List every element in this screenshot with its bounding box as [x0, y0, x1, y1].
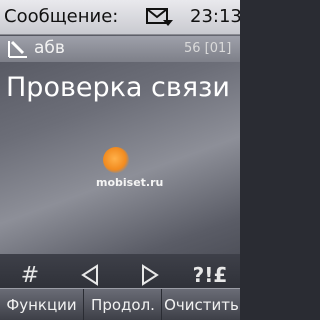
screen-title: Сообщение:: [4, 6, 119, 27]
message-info-bar: абв 56 [01]: [0, 36, 240, 62]
clear-softkey[interactable]: Очистить: [161, 289, 240, 320]
input-mode-label: абв: [34, 38, 65, 58]
character-counter: 56 [01]: [184, 41, 232, 56]
functions-softkey[interactable]: Функции: [0, 289, 83, 320]
watermark: mobiset.ru: [96, 176, 164, 189]
arrow-left-icon: [81, 264, 98, 286]
message-text[interactable]: Проверка связи: [6, 72, 230, 103]
softkey-bar: Функции Продол. Очистить: [0, 288, 240, 320]
symbols-label: ?!£: [192, 263, 228, 287]
screen: Сообщение: 23:13 абв 56 [01] Проверка св…: [0, 0, 240, 320]
status-bar: Сообщение: 23:13: [0, 0, 240, 35]
arrow-right-icon: [142, 264, 159, 286]
message-envelope-icon: [146, 8, 173, 26]
continue-softkey[interactable]: Продол.: [83, 289, 162, 320]
pen-icon: [8, 40, 27, 58]
hash-label: #: [20, 262, 40, 288]
clock: 23:13: [190, 6, 240, 27]
cursor-marker: [103, 147, 129, 173]
